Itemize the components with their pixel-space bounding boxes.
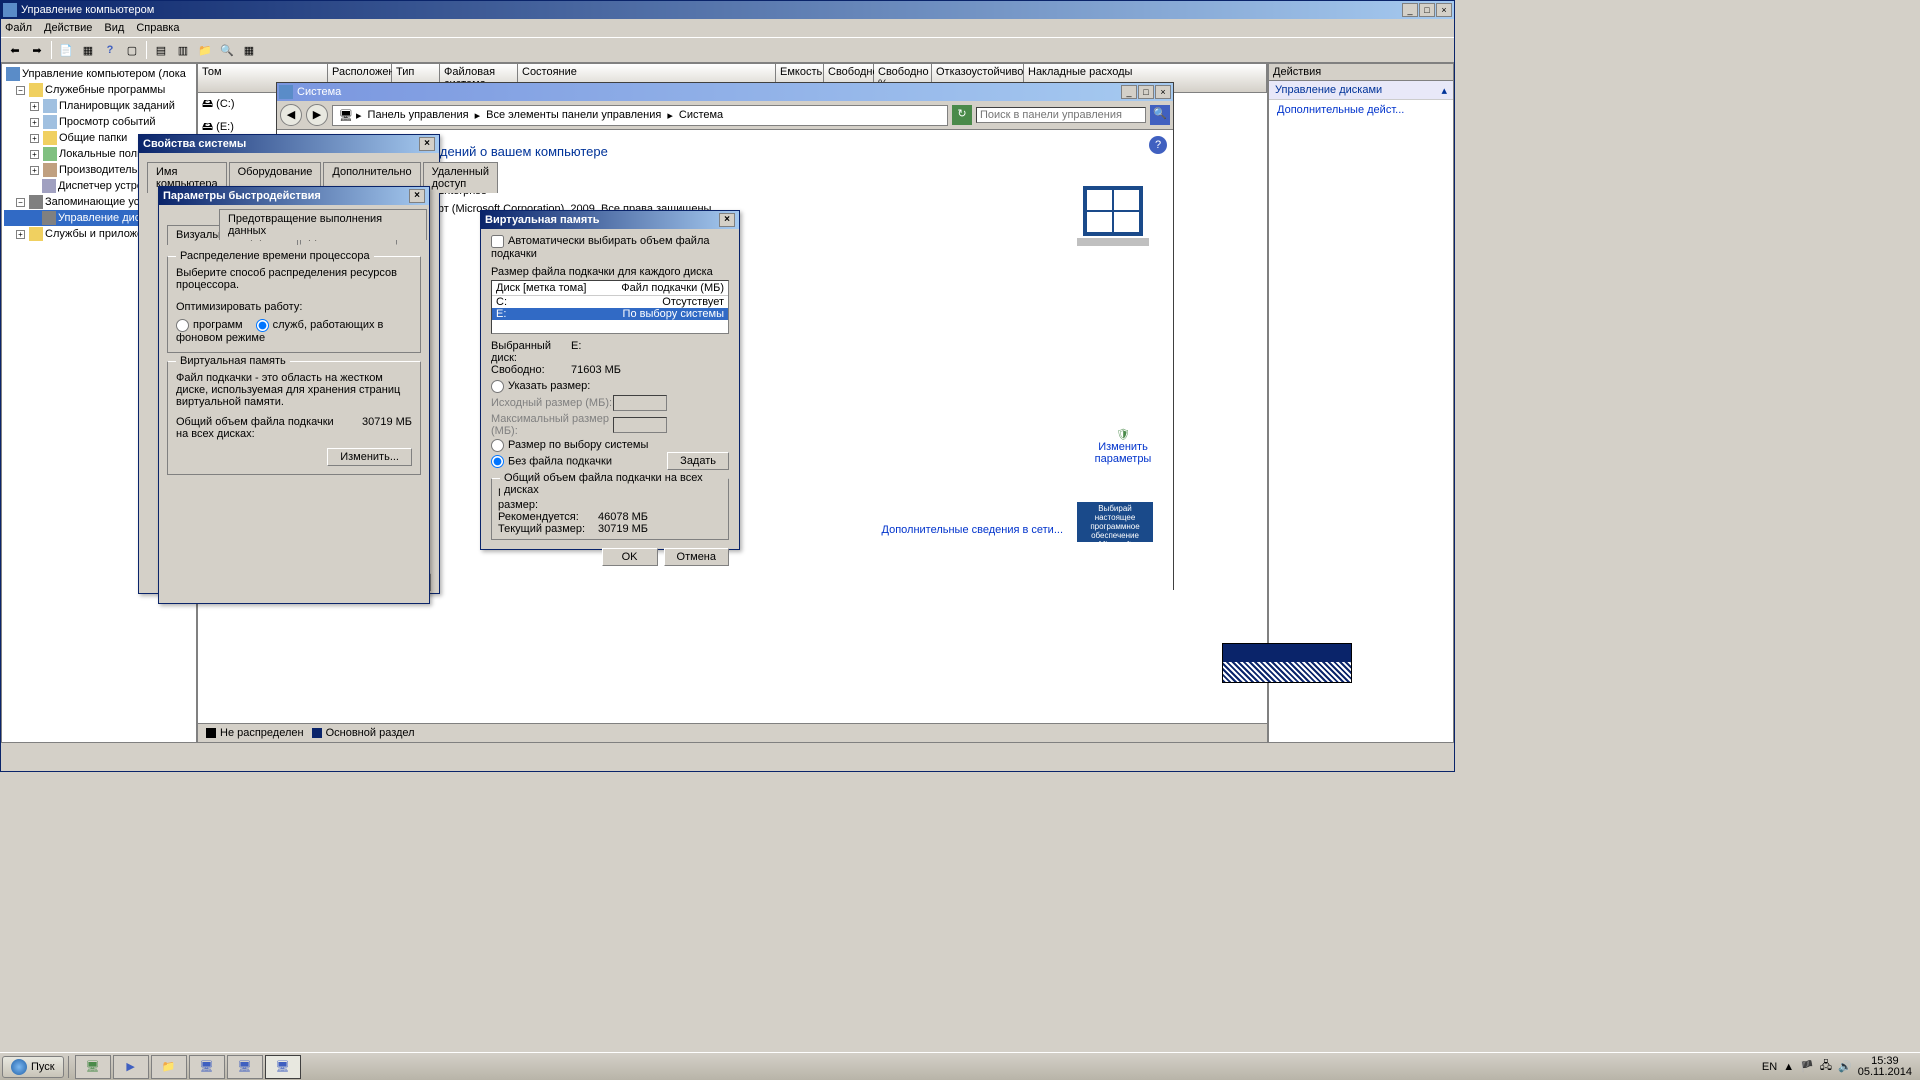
close-button[interactable]: × — [409, 189, 425, 203]
toolbar: ⬅ ➡ 📄 ▦ ? ▢ ▤ ▥ 📁 🔍 ▦ — [1, 37, 1454, 63]
genuine-badge: Выбирай настоящее программное обеспечени… — [1077, 502, 1153, 542]
performance-options-dialog: Параметры быстродействия × Визуальные эф… — [158, 186, 430, 604]
tray-sound-icon[interactable]: 🔊 — [1838, 1060, 1852, 1073]
props-button[interactable]: ▦ — [78, 40, 98, 60]
tool-button-5[interactable]: ▦ — [239, 40, 259, 60]
change-settings-link[interactable]: 🛡 Изменить параметры — [1093, 428, 1153, 465]
task-button[interactable]: ▶ — [113, 1055, 149, 1079]
virtual-memory-group: Виртуальная память Файл подкачки - это о… — [167, 361, 421, 475]
tree-scheduler[interactable]: +Планировщик заданий — [4, 98, 194, 114]
ok-button[interactable]: OK — [602, 548, 658, 566]
radio-programs[interactable]: программ — [176, 319, 243, 331]
radio-system-managed[interactable]: Размер по выбору системы — [491, 439, 648, 451]
forward-button[interactable]: ➡ — [27, 40, 47, 60]
task-button[interactable]: 🖥 — [189, 1055, 225, 1079]
taskbar: Пуск 🖥 ▶ 📁 🖥 🖥 🖥 EN ▲ 🏴 🖧 🔊 15:39 05.11.… — [0, 1052, 1920, 1080]
clock[interactable]: 15:39 05.11.2014 — [1858, 1056, 1912, 1078]
close-button[interactable]: × — [719, 213, 735, 227]
tool-button[interactable]: ▤ — [151, 40, 171, 60]
menu-help[interactable]: Справка — [136, 22, 179, 34]
maximize-button[interactable]: □ — [1138, 85, 1154, 99]
language-indicator[interactable]: EN — [1762, 1061, 1777, 1073]
help-button[interactable]: ? — [100, 40, 120, 60]
nav-back-button[interactable]: ◀ — [280, 104, 302, 126]
refresh-icon[interactable]: ↻ — [952, 105, 972, 125]
search-button[interactable]: 🔍 — [1150, 105, 1170, 125]
system-tray: EN ▲ 🏴 🖧 🔊 15:39 05.11.2014 — [1756, 1056, 1918, 1078]
processor-scheduling-group: Распределение времени процессора Выберит… — [167, 256, 421, 353]
crumb-sys[interactable]: Система — [679, 109, 723, 121]
up-button[interactable]: 📄 — [56, 40, 76, 60]
tab-remote[interactable]: Удаленный доступ — [423, 162, 498, 193]
maximize-button[interactable]: □ — [1419, 3, 1435, 17]
minimize-button[interactable]: _ — [1402, 3, 1418, 17]
set-button[interactable]: Задать — [667, 452, 729, 470]
tray-flag-icon[interactable]: 🏴 — [1800, 1060, 1814, 1073]
window-title: Управление компьютером — [21, 4, 1402, 16]
search-input[interactable] — [976, 107, 1146, 123]
tree-events[interactable]: +Просмотр событий — [4, 114, 194, 130]
app-icon — [3, 3, 17, 17]
system-title: Система — [297, 86, 1121, 98]
tab-dep[interactable]: Предотвращение выполнения данных — [219, 209, 427, 240]
nav-forward-button[interactable]: ▶ — [306, 104, 328, 126]
actions-panel: Действия Управление дисками ▴ Дополнител… — [1268, 63, 1454, 743]
close-button[interactable]: × — [1155, 85, 1171, 99]
crumb-all[interactable]: Все элементы панели управления — [486, 109, 661, 121]
virtual-memory-dialog: Виртуальная память × Автоматически выбир… — [480, 210, 740, 550]
radio-no-pagefile[interactable]: Без файла подкачки — [491, 455, 612, 468]
change-button[interactable]: Изменить... — [327, 448, 412, 466]
menu-action[interactable]: Действие — [44, 22, 92, 34]
auto-checkbox[interactable]: Автоматически выбирать объем файла подка… — [491, 235, 709, 260]
initial-size-input — [613, 395, 667, 411]
tray-icon[interactable]: ▲ — [1783, 1061, 1794, 1073]
online-info-link[interactable]: Дополнительные сведения в сети... — [882, 524, 1064, 536]
back-button[interactable]: ⬅ — [5, 40, 25, 60]
breadcrumb[interactable]: 🖥 ▸ Панель управления▸ Все элементы пане… — [332, 105, 948, 126]
menu-file[interactable]: Файл — [5, 22, 32, 34]
max-size-input — [613, 417, 667, 433]
dialog-title: Виртуальная память — [485, 214, 719, 226]
help-icon[interactable]: ? — [1149, 136, 1167, 154]
disk-legend: Не распределен Основной раздел — [198, 723, 1267, 742]
close-button[interactable]: × — [1436, 3, 1452, 17]
radio-custom-size[interactable]: Указать размер: — [491, 380, 590, 392]
task-button[interactable]: 📁 — [151, 1055, 187, 1079]
task-button-active[interactable]: 🖥 — [265, 1055, 301, 1079]
task-button[interactable]: 🖥 — [75, 1055, 111, 1079]
windows-logo — [1073, 178, 1153, 246]
titlebar: Управление компьютером _ □ × — [1, 1, 1454, 19]
tool-button-2[interactable]: ▥ — [173, 40, 193, 60]
tree-root[interactable]: Управление компьютером (лока — [4, 66, 194, 82]
refresh-button[interactable]: ▢ — [122, 40, 142, 60]
drive-row-c[interactable]: C: Отсутствует — [492, 296, 728, 308]
actions-section: Управление дисками ▴ — [1269, 81, 1453, 100]
menubar: Файл Действие Вид Справка — [1, 19, 1454, 37]
drive-list[interactable]: Диск [метка тома] Файл подкачки (МБ) C: … — [491, 280, 729, 334]
tool-button-4[interactable]: 🔍 — [217, 40, 237, 60]
tree-services[interactable]: −Служебные программы — [4, 82, 194, 98]
windows-orb-icon — [11, 1059, 27, 1075]
drive-row-e[interactable]: E: По выбору системы — [492, 308, 728, 320]
tool-button-3[interactable]: 📁 — [195, 40, 215, 60]
close-button[interactable]: × — [419, 137, 435, 151]
start-button[interactable]: Пуск — [2, 1056, 64, 1078]
dialog-title: Свойства системы — [143, 138, 419, 150]
system-icon — [279, 85, 293, 99]
tray-network-icon[interactable]: 🖧 — [1820, 1057, 1832, 1076]
cancel-button[interactable]: Отмена — [664, 548, 729, 566]
actions-title: Действия — [1269, 64, 1453, 81]
task-button[interactable]: 🖥 — [227, 1055, 263, 1079]
minimize-button[interactable]: _ — [1121, 85, 1137, 99]
dialog-title: Параметры быстродействия — [163, 190, 409, 202]
actions-more-link[interactable]: Дополнительные дейст... — [1269, 100, 1453, 120]
menu-view[interactable]: Вид — [104, 22, 124, 34]
crumb-cp[interactable]: Панель управления — [368, 109, 469, 121]
